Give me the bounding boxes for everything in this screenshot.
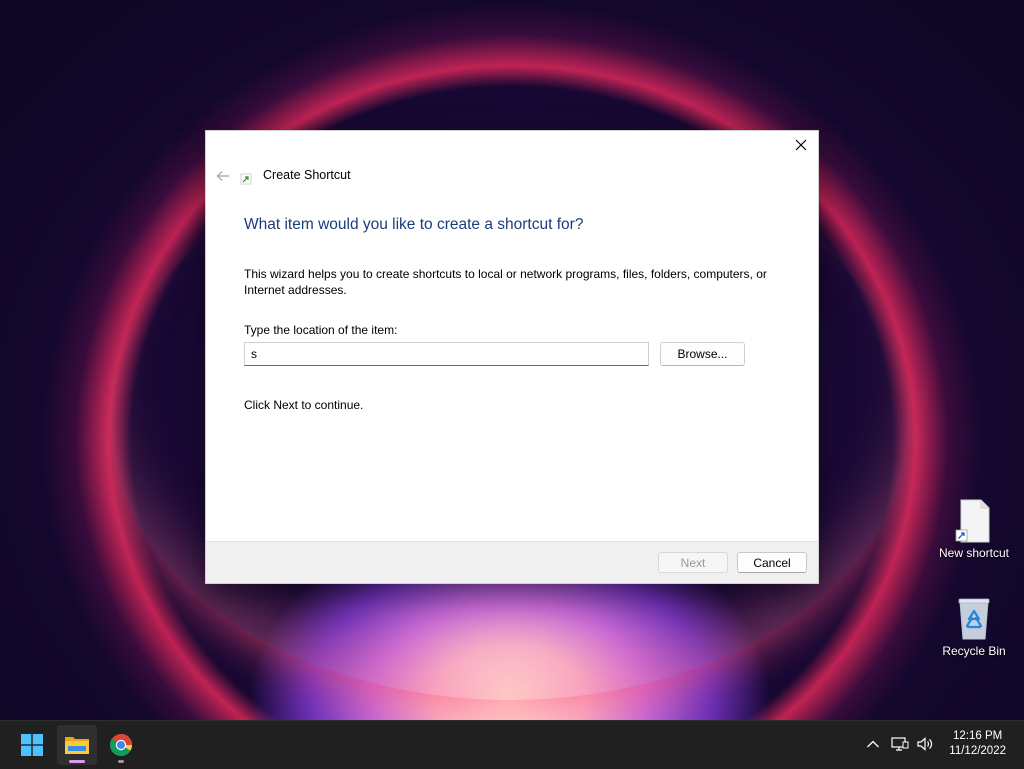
wizard-description: This wizard helps you to create shortcut… (244, 267, 767, 297)
close-button[interactable] (784, 131, 818, 159)
desktop-icon-label: New shortcut (938, 546, 1010, 560)
wizard-nav: Create Shortcut (206, 167, 818, 187)
taskbar-clock[interactable]: 12:16 PM 11/12/2022 (949, 729, 1006, 759)
file-explorer-icon (65, 737, 89, 754)
show-hidden-icons-button[interactable] (862, 733, 884, 755)
close-icon (795, 139, 807, 151)
volume-icon (917, 737, 933, 751)
taskbar-file-explorer[interactable] (57, 725, 97, 765)
clock-date: 11/12/2022 (949, 745, 1006, 757)
running-indicator (118, 760, 124, 763)
wizard-heading: What item would you like to create a sho… (244, 216, 584, 233)
cancel-button[interactable]: Cancel (737, 552, 807, 573)
next-button[interactable]: Next (658, 552, 728, 573)
chevron-up-icon (867, 740, 879, 748)
create-shortcut-dialog: Create Shortcut What item would you like… (206, 131, 818, 583)
back-button[interactable] (213, 167, 233, 185)
active-indicator (69, 760, 85, 763)
dialog-footer: Next Cancel (206, 541, 818, 583)
browse-button[interactable]: Browse... (660, 342, 745, 366)
windows-start-icon (21, 734, 43, 756)
taskbar-chrome[interactable] (101, 725, 141, 765)
location-input[interactable] (244, 342, 649, 366)
location-label: Type the location of the item: (244, 323, 398, 337)
volume-button[interactable] (914, 733, 936, 755)
clock-time: 12:16 PM (953, 730, 1003, 742)
desktop-icon-recycle-bin[interactable]: Recycle Bin (936, 596, 1012, 658)
network-icon (891, 737, 909, 751)
start-button[interactable] (12, 725, 52, 765)
continue-hint: Click Next to continue. (244, 398, 364, 412)
shortcut-wizard-icon (240, 173, 252, 185)
back-arrow-icon (216, 171, 229, 181)
desktop-icon-label: Recycle Bin (942, 644, 1006, 658)
chrome-icon (110, 734, 132, 756)
desktop-icon-new-shortcut[interactable]: New shortcut (936, 498, 1012, 560)
wizard-title: Create Shortcut (263, 168, 351, 182)
recycle-bin-icon (954, 596, 994, 642)
shortcut-file-icon (954, 498, 994, 544)
taskbar: 12:16 PM 11/12/2022 (0, 720, 1024, 769)
network-button[interactable] (889, 733, 911, 755)
